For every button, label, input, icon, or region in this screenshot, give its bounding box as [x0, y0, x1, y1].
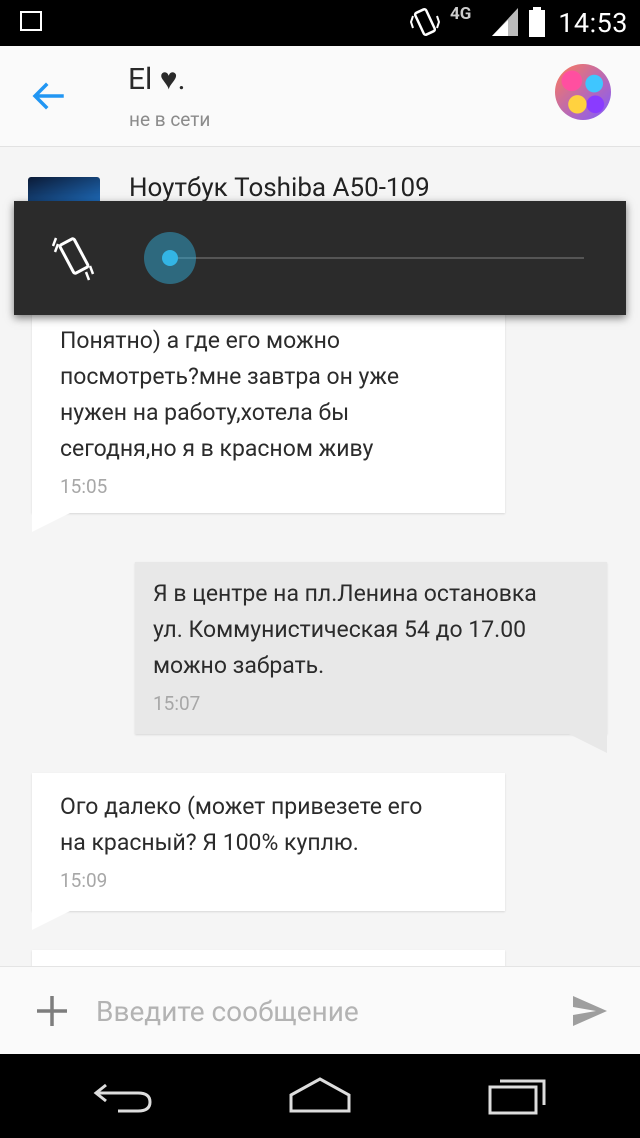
- message-incoming[interactable]: Понятно) а где его можно посмотреть?мне …: [32, 305, 505, 513]
- contact-status: не в сети: [129, 108, 211, 131]
- system-nav-bar: [0, 1053, 640, 1138]
- volume-slider-thumb[interactable]: [144, 232, 196, 284]
- clock: 14:53: [558, 7, 628, 39]
- message-time: 15:05: [60, 475, 108, 498]
- status-bar: 4G 14:53: [0, 0, 640, 46]
- nav-back-icon[interactable]: [92, 1075, 156, 1115]
- vibrate-icon: [410, 7, 440, 37]
- volume-slider-track[interactable]: [174, 257, 584, 259]
- message-input-bar: [0, 966, 640, 1054]
- network-type: 4G: [450, 4, 472, 24]
- plus-icon[interactable]: [34, 993, 70, 1029]
- message-text: Я в центре на пл.Ленина остановка ул. Ко…: [153, 580, 537, 679]
- bubble-tail: [32, 512, 72, 532]
- bubble-tail: [567, 733, 607, 753]
- vibrate-icon[interactable]: [52, 234, 96, 282]
- gallery-icon: [20, 11, 42, 31]
- signal-icon: [492, 8, 518, 36]
- nav-home-icon[interactable]: [287, 1075, 353, 1115]
- send-icon[interactable]: [570, 991, 610, 1031]
- message-text: Понятно) а где его можно посмотреть?мне …: [60, 327, 400, 462]
- message-time: 15:09: [60, 869, 108, 892]
- back-arrow-icon[interactable]: [28, 76, 68, 116]
- message-input[interactable]: [96, 989, 546, 1033]
- message-outgoing[interactable]: Я в центре на пл.Ленина остановка ул. Ко…: [135, 562, 607, 734]
- bubble-tail: [32, 910, 72, 930]
- avatar[interactable]: [555, 64, 611, 120]
- nav-recents-icon[interactable]: [486, 1075, 550, 1115]
- chat-app-bar: El ♥. не в сети: [0, 46, 640, 147]
- message-text: Ого далеко (может привезете его на красн…: [60, 793, 423, 856]
- volume-popup: [14, 201, 626, 315]
- contact-name[interactable]: El ♥.: [128, 62, 186, 97]
- message-incoming[interactable]: Ого далеко (может привезете его на красн…: [32, 773, 505, 911]
- battery-icon: [529, 7, 545, 37]
- listing-title[interactable]: Ноутбук Toshiba A50-109: [129, 173, 430, 203]
- message-time: 15:07: [153, 692, 201, 715]
